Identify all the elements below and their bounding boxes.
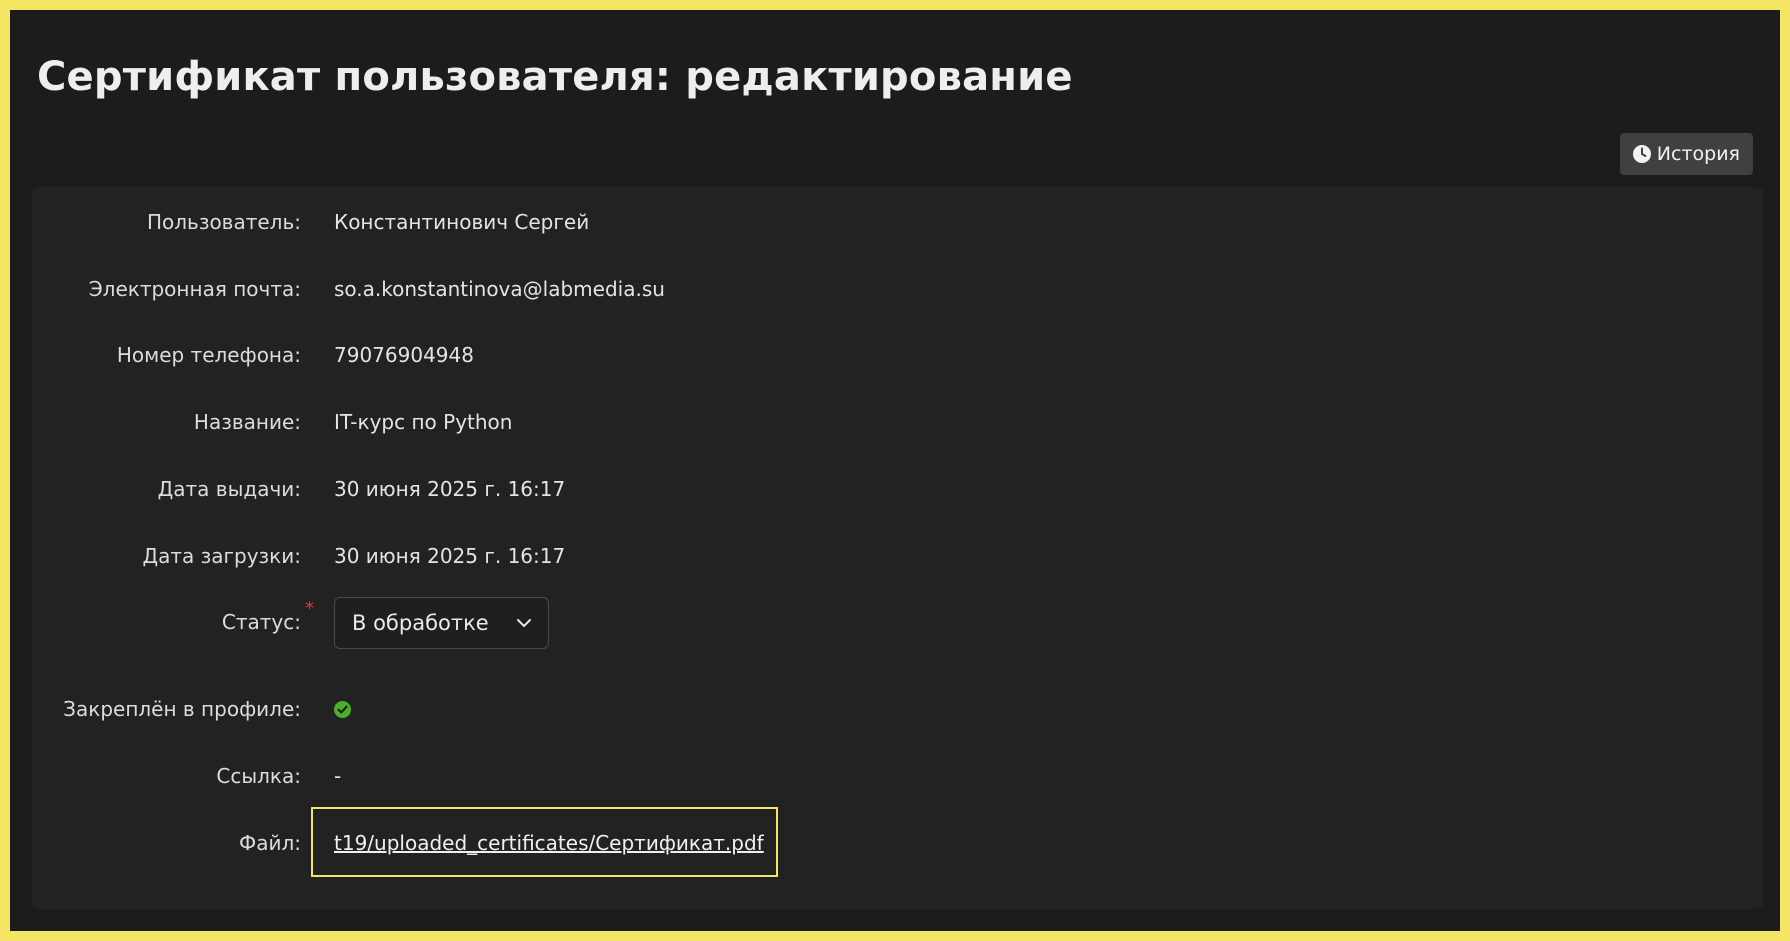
status-label: Статус: bbox=[221, 610, 301, 634]
issue-date-value: 30 июня 2025 г. 16:17 bbox=[334, 477, 566, 501]
field-name: Название: IT-курс по Python bbox=[32, 402, 1763, 442]
file-link[interactable]: t19/uploaded_certificates/Сертификат.pdf bbox=[334, 823, 764, 863]
name-value: IT-курс по Python bbox=[334, 410, 513, 434]
phone-value: 79076904948 bbox=[334, 343, 474, 367]
history-button[interactable]: История bbox=[1619, 133, 1753, 175]
email-value: so.a.konstantinova@labmedia.su bbox=[334, 277, 665, 301]
chevron-down-icon bbox=[517, 619, 531, 627]
user-value: Константинович Сергей bbox=[334, 210, 590, 234]
field-file: Файл: t19/uploaded_certificates/Сертифик… bbox=[32, 807, 1763, 877]
field-upload-date: Дата загрузки: 30 июня 2025 г. 16:17 bbox=[32, 536, 1763, 576]
link-label: Ссылка: bbox=[216, 764, 301, 788]
pinned-label: Закреплён в профиле: bbox=[63, 697, 301, 721]
file-label: Файл: bbox=[239, 831, 301, 855]
required-marker: * bbox=[305, 598, 314, 619]
field-pinned: Закреплён в профиле: bbox=[32, 689, 1763, 729]
page-frame: Сертификат пользователя: редактирование … bbox=[10, 10, 1780, 931]
upload-date-label: Дата загрузки: bbox=[142, 544, 301, 568]
history-button-label: История bbox=[1656, 143, 1740, 165]
phone-label: Номер телефона: bbox=[116, 343, 301, 367]
field-email: Электронная почта: so.a.konstantinova@la… bbox=[32, 269, 1763, 309]
field-issue-date: Дата выдачи: 30 июня 2025 г. 16:17 bbox=[32, 469, 1763, 509]
certificate-form: Пользователь: Константинович Сергей Элек… bbox=[32, 187, 1763, 909]
email-label: Электронная почта: bbox=[88, 277, 301, 301]
page-title: Сертификат пользователя: редактирование bbox=[37, 54, 1073, 100]
status-select[interactable]: В обработке bbox=[334, 597, 549, 649]
check-circle-icon bbox=[334, 701, 351, 718]
name-label: Название: bbox=[193, 410, 301, 434]
field-link: Ссылка: - bbox=[32, 756, 1763, 796]
field-phone: Номер телефона: 79076904948 bbox=[32, 335, 1763, 375]
issue-date-label: Дата выдачи: bbox=[157, 477, 301, 501]
link-value: - bbox=[334, 764, 342, 788]
user-label: Пользователь: bbox=[146, 210, 301, 234]
field-status: Статус: * В обработке bbox=[32, 597, 1763, 649]
upload-date-value: 30 июня 2025 г. 16:17 bbox=[334, 544, 566, 568]
field-user: Пользователь: Константинович Сергей bbox=[32, 202, 1763, 242]
clock-icon bbox=[1632, 145, 1651, 163]
status-selected-value: В обработке bbox=[352, 611, 489, 635]
